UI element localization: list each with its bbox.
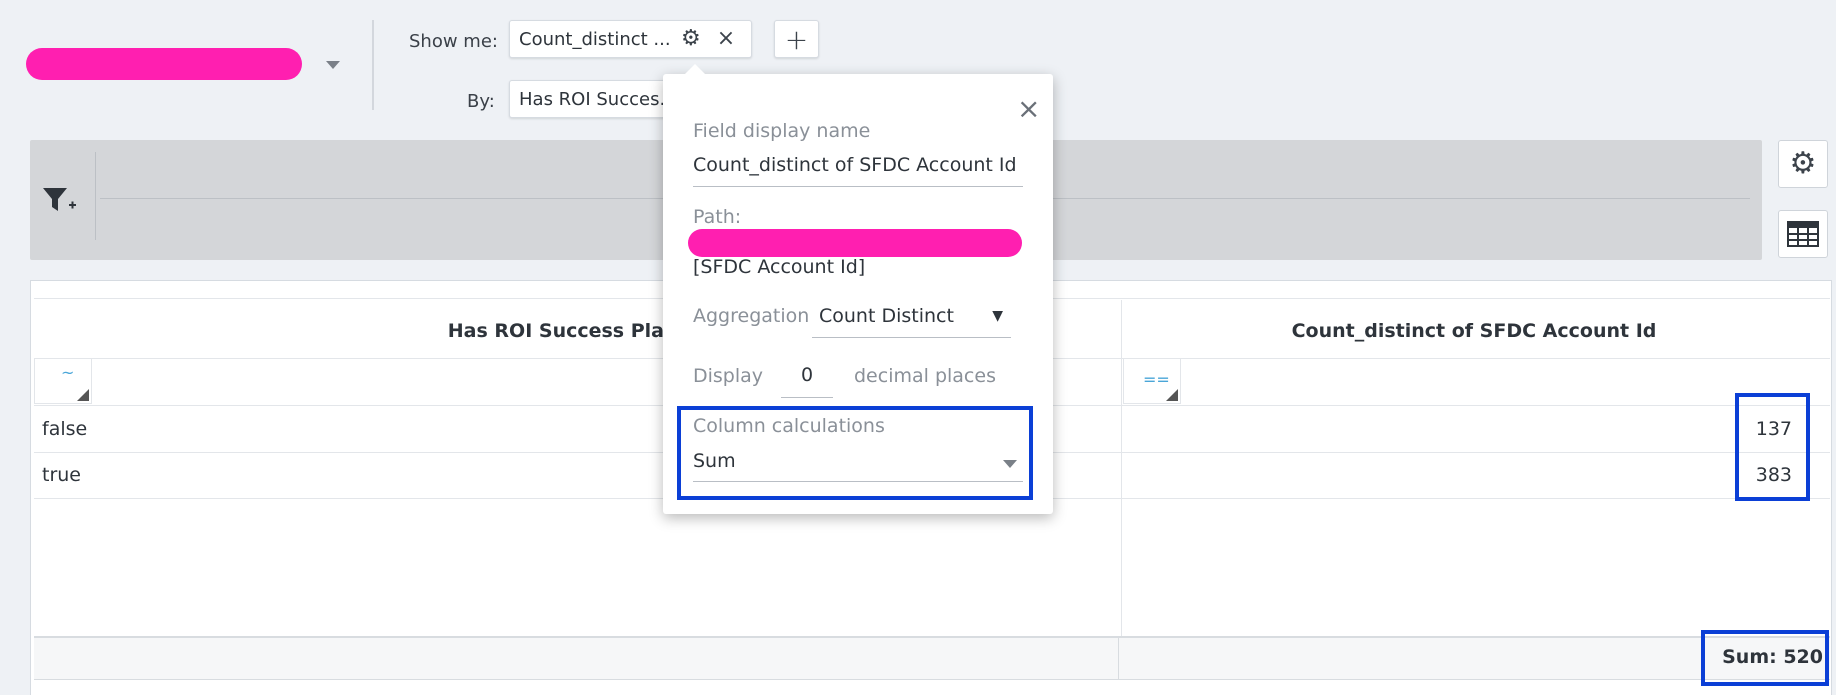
- dataset-dropdown-chevron-icon[interactable]: [326, 61, 340, 69]
- column-filter-count-distinct[interactable]: ==: [1123, 358, 1181, 404]
- gear-icon: ⚙: [1789, 146, 1817, 181]
- header-divider: [372, 20, 374, 110]
- group-by-pill[interactable]: Has ROI Succes..: [509, 80, 689, 118]
- decimal-places-suffix: decimal places: [854, 365, 996, 387]
- column-divider: [1121, 300, 1122, 636]
- display-name-underline: [693, 186, 1023, 187]
- table-view-button[interactable]: [1778, 210, 1828, 258]
- decimal-underline: [781, 397, 833, 398]
- add-measure-button[interactable]: +: [774, 20, 819, 58]
- redacted-dataset-name: [26, 48, 302, 80]
- column-calculations-select[interactable]: Sum: [693, 446, 1023, 482]
- resize-corner-icon: [77, 389, 89, 401]
- footer-divider: [1118, 638, 1119, 680]
- filter-symbol-tilde: ~: [61, 363, 75, 382]
- measure-pill[interactable]: Count_distinct ... ⚙ ×: [509, 20, 752, 58]
- summary-footer-row: [34, 636, 1830, 680]
- close-icon[interactable]: ×: [1017, 95, 1040, 123]
- column-filter-has-roi[interactable]: ~: [34, 358, 92, 404]
- by-label: By:: [467, 91, 495, 112]
- decimal-places-value: 0: [800, 364, 814, 386]
- display-name-input[interactable]: Count_distinct of SFDC Account Id: [693, 154, 1023, 176]
- decimal-places-input[interactable]: 0: [781, 360, 833, 398]
- display-label: Display: [693, 365, 764, 387]
- aggregation-underline: [812, 337, 1011, 338]
- close-icon[interactable]: ×: [717, 28, 735, 50]
- column-header-count-distinct[interactable]: Count_distinct of SFDC Account Id: [1122, 320, 1826, 342]
- settings-button[interactable]: ⚙: [1778, 140, 1828, 188]
- chevron-down-icon: [1003, 460, 1017, 468]
- group-by-pill-label: Has ROI Succes..: [519, 88, 671, 110]
- resize-corner-icon: [1166, 389, 1178, 401]
- row-1-label: false: [42, 418, 88, 440]
- path-value: [SFDC Account Id]: [693, 256, 866, 278]
- column-calculations-underline: [693, 481, 1023, 482]
- redacted-path: [688, 229, 1022, 257]
- sum-total: Sum: 520: [1722, 646, 1823, 668]
- aggregation-value: Count Distinct: [819, 305, 954, 327]
- popover-caret: [683, 64, 707, 76]
- values-highlight-box: [1735, 393, 1810, 501]
- gear-icon[interactable]: ⚙: [681, 28, 701, 50]
- column-calculations-value: Sum: [693, 450, 736, 472]
- table-icon: [1787, 221, 1819, 247]
- measure-pill-label: Count_distinct ...: [519, 28, 671, 50]
- path-label: Path:: [693, 206, 742, 228]
- display-name-label: Field display name: [693, 120, 871, 142]
- column-calculations-label: Column calculations: [693, 415, 885, 437]
- dropdown-arrow-icon: ▼: [992, 308, 1003, 324]
- filter-add-icon[interactable]: [42, 186, 78, 218]
- filter-symbol-equals: ==: [1143, 370, 1170, 389]
- column-header-has-roi[interactable]: Has ROI Success Pla: [400, 320, 700, 342]
- row-2-label: true: [42, 464, 81, 486]
- aggregation-select[interactable]: Count Distinct ▼: [812, 302, 1011, 338]
- filter-bar-separator: [95, 152, 96, 240]
- show-me-label: Show me:: [409, 31, 498, 52]
- aggregation-label: Aggregation: [693, 305, 810, 327]
